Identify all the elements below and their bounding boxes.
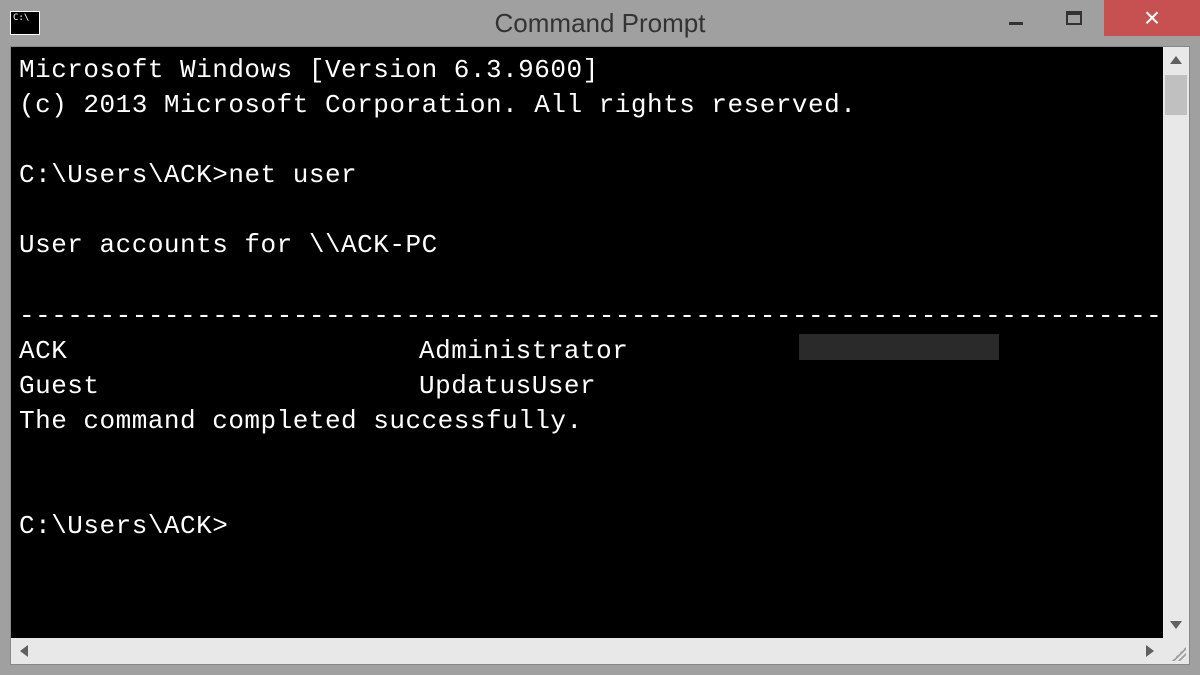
maximize-button[interactable] [1044, 0, 1104, 36]
command-1: net user [228, 160, 357, 190]
minimize-button[interactable] [988, 0, 1044, 36]
close-button[interactable]: × [1104, 0, 1200, 36]
window-controls: × [988, 0, 1200, 36]
console-output[interactable]: Microsoft Windows [Version 6.3.9600](c) … [11, 47, 1163, 638]
scroll-right-arrow-icon[interactable] [1137, 638, 1163, 664]
minimize-icon [1009, 22, 1023, 25]
maximize-icon [1066, 11, 1082, 25]
resize-grip[interactable] [1163, 638, 1189, 664]
user-ack: ACK [19, 334, 419, 369]
prompt-1: C:\Users\ACK> [19, 160, 228, 190]
redacted-user [799, 334, 999, 360]
copyright-line: (c) 2013 Microsoft Corporation. All righ… [19, 88, 1155, 123]
horizontal-scrollbar[interactable] [11, 638, 1189, 664]
scroll-track-horizontal[interactable] [37, 638, 1137, 664]
scroll-up-arrow-icon[interactable] [1163, 47, 1189, 73]
scroll-track-vertical[interactable] [1163, 73, 1189, 612]
vertical-scrollbar[interactable] [1163, 47, 1189, 638]
version-line: Microsoft Windows [Version 6.3.9600] [19, 53, 1155, 88]
prompt-line-1: C:\Users\ACK>net user [19, 158, 1155, 193]
window-title: Command Prompt [495, 8, 706, 39]
user-administrator: Administrator [419, 334, 799, 369]
client-area: Microsoft Windows [Version 6.3.9600](c) … [10, 46, 1190, 665]
accounts-header: User accounts for \\ACK-PC [19, 228, 1155, 263]
scroll-left-arrow-icon[interactable] [11, 638, 37, 664]
scroll-down-arrow-icon[interactable] [1163, 612, 1189, 638]
cmd-icon [10, 11, 40, 35]
scroll-thumb-vertical[interactable] [1165, 75, 1187, 115]
console-wrap: Microsoft Windows [Version 6.3.9600](c) … [11, 47, 1189, 638]
divider-line: ----------------------------------------… [19, 299, 1155, 334]
prompt-2: C:\Users\ACK> [19, 511, 228, 541]
user-updatususer: UpdatusUser [419, 369, 799, 404]
window: Command Prompt × Microsoft Windows [Vers… [0, 0, 1200, 675]
users-row-1: ACKAdministrator [19, 334, 1155, 369]
close-icon: × [1144, 4, 1160, 32]
prompt-line-2: C:\Users\ACK> [19, 509, 1155, 544]
titlebar[interactable]: Command Prompt × [0, 0, 1200, 46]
success-line: The command completed successfully. [19, 404, 1155, 439]
user-guest: Guest [19, 369, 419, 404]
users-row-2: GuestUpdatusUser [19, 369, 1155, 404]
